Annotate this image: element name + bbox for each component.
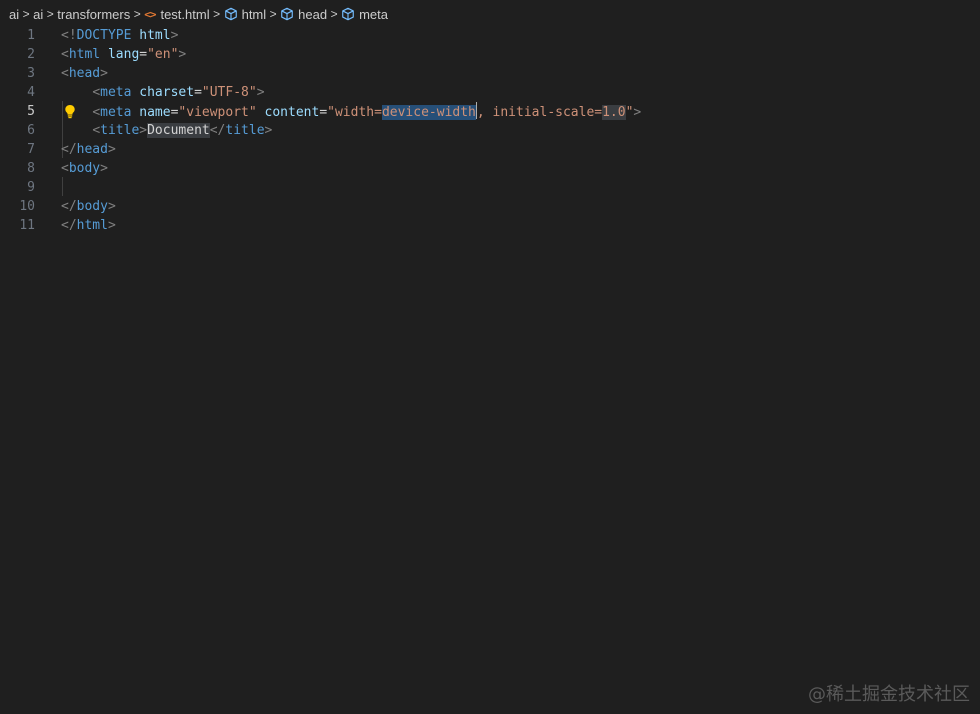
breadcrumb-item-ai[interactable]: ai — [9, 7, 19, 22]
line-number: 5 — [27, 104, 35, 119]
word-highlight: Document — [147, 123, 210, 138]
line-number: 1 — [27, 28, 35, 43]
code-text[interactable]: <body> — [61, 159, 108, 178]
breadcrumb-item-test-html[interactable]: <> test.html — [144, 7, 209, 22]
code-line[interactable]: 1 <!DOCTYPE html> — [0, 26, 980, 45]
breadcrumb-label: test.html — [160, 6, 210, 22]
code-line-active[interactable]: 5 <meta name="viewport" content="width=d… — [0, 102, 980, 121]
breadcrumb-label: html — [241, 6, 267, 22]
symbol-element-icon — [281, 7, 293, 21]
breadcrumb-label: transformers — [57, 6, 131, 22]
breadcrumb-item-head[interactable]: head — [280, 7, 327, 22]
code-line[interactable]: 3 <head> — [0, 64, 980, 83]
code-line[interactable]: 11 </html> — [0, 216, 980, 235]
code-line[interactable]: 10 </body> — [0, 197, 980, 216]
code-text[interactable]: </html> — [61, 216, 116, 235]
breadcrumb: ai > ai > transformers > <> test.html > … — [0, 0, 980, 28]
symbol-element-icon — [224, 7, 237, 21]
line-number: 4 — [27, 85, 35, 100]
line-number: 2 — [27, 47, 35, 62]
chevron-right-icon: > — [46, 7, 54, 21]
line-number: 11 — [19, 218, 35, 233]
code-line[interactable]: 7 </head> — [0, 140, 980, 159]
line-number: 7 — [27, 142, 35, 157]
word-highlight: 1.0 — [602, 105, 626, 120]
code-line[interactable]: 9 — [0, 178, 980, 197]
chevron-right-icon: > — [269, 7, 277, 21]
line-number: 10 — [19, 199, 35, 214]
code-line[interactable]: 6 <title>Document</title> — [0, 121, 980, 140]
text-selection: device-width — [381, 105, 476, 120]
code-text[interactable]: <head> — [61, 64, 108, 83]
watermark: @稀土掘金技术社区 — [808, 684, 970, 705]
chevron-right-icon: > — [330, 7, 338, 21]
breadcrumb-label: ai — [33, 6, 44, 22]
breadcrumb-label: meta — [359, 6, 388, 22]
line-number: 8 — [27, 161, 35, 176]
breadcrumb-label: ai — [9, 6, 20, 22]
code-text[interactable]: <html lang="en"> — [61, 45, 186, 64]
code-text[interactable]: <meta charset="UTF-8"> — [61, 83, 264, 102]
chevron-right-icon: > — [133, 7, 141, 21]
code-text[interactable]: <title>Document</title> — [61, 121, 272, 140]
breadcrumb-item-meta[interactable]: meta — [341, 7, 388, 22]
html-file-icon: <> — [144, 7, 156, 21]
code-line[interactable]: 8 <body> — [0, 159, 980, 178]
code-text[interactable]: <!DOCTYPE html> — [61, 26, 178, 45]
code-text[interactable]: <meta name="viewport" content="width=dev… — [61, 102, 641, 122]
chevron-right-icon: > — [22, 7, 30, 21]
code-text[interactable]: </body> — [61, 197, 116, 216]
breadcrumb-item-html[interactable]: html — [224, 6, 267, 22]
line-number: 9 — [27, 180, 35, 195]
breadcrumb-item-transformers[interactable]: transformers — [57, 7, 130, 22]
code-editor[interactable]: 1 <!DOCTYPE html> 2 <html lang="en"> 3 <… — [0, 25, 980, 714]
line-number: 3 — [27, 66, 35, 81]
code-line[interactable]: 4 <meta charset="UTF-8"> — [0, 83, 980, 102]
breadcrumb-item-ai-2[interactable]: ai — [33, 7, 43, 22]
chevron-right-icon: > — [213, 7, 221, 21]
breadcrumb-label: head — [298, 6, 328, 22]
line-number: 6 — [27, 123, 35, 138]
symbol-element-icon — [342, 7, 354, 21]
code-line[interactable]: 2 <html lang="en"> — [0, 45, 980, 64]
code-text[interactable]: </head> — [61, 140, 116, 159]
